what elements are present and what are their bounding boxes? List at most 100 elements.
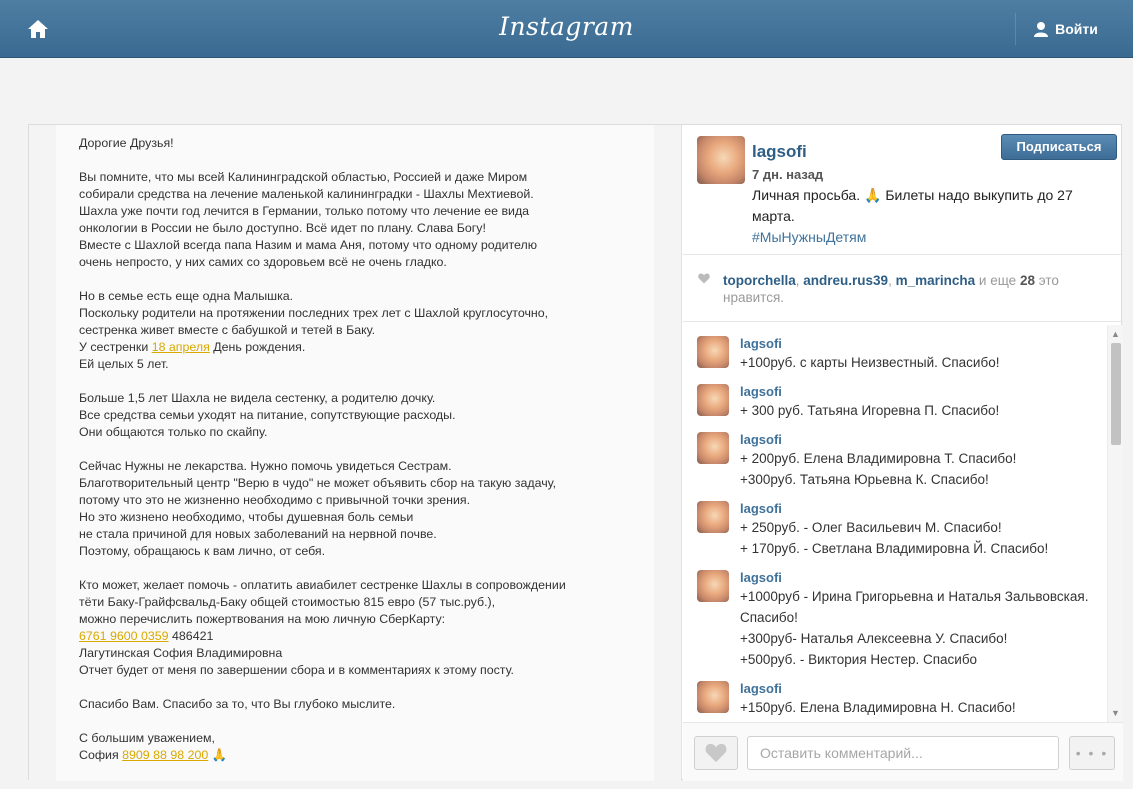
letter-line-text: Ей целых 5 лет.	[79, 357, 169, 371]
comment-username[interactable]: lagsofi	[740, 681, 1016, 697]
letter-line: можно перечислить пожертвования на мою л…	[79, 611, 659, 628]
letter-line: 6761 9600 0359 486421	[79, 628, 659, 645]
post-header: lagsofi Подписаться 7 дн. назад Личная п…	[683, 125, 1123, 255]
follow-button[interactable]: Подписаться	[1001, 134, 1117, 160]
comment-avatar[interactable]	[697, 336, 729, 368]
comment-username[interactable]: lagsofi	[740, 501, 1048, 517]
top-navigation-bar: Instagram Войти	[0, 0, 1133, 58]
scroll-down-icon[interactable]: ▼	[1111, 708, 1120, 718]
comment-item: lagsofi +100руб. с карты Неизвестный. Спа…	[683, 336, 1123, 373]
likes-and-more: и еще	[978, 273, 1017, 288]
comment-body: lagsofi + 300 руб. Татьяна Игоревна П. Сп…	[740, 384, 999, 421]
letter-line-text: Шахла уже почти год лечится в Германии, …	[79, 204, 530, 218]
comment-item: lagsofi +150руб. Елена Владимировна Н. Сп…	[683, 681, 1123, 718]
post-time[interactable]: 7 дн. назад	[752, 167, 823, 182]
more-options-button[interactable]: • • •	[1069, 736, 1115, 770]
comment-username[interactable]: lagsofi	[740, 336, 999, 352]
letter-line-text: очень непросто, у них самих со здоровьем…	[79, 255, 447, 269]
comment-avatar[interactable]	[697, 432, 729, 464]
liker-1[interactable]: toporchella	[723, 273, 796, 288]
comment-input[interactable]	[747, 736, 1059, 770]
likes-count[interactable]: 28	[1020, 273, 1035, 288]
comment-avatar[interactable]	[697, 570, 729, 602]
letter-text: Дорогие Друзья! Вы помните, что мы всей К…	[79, 135, 659, 781]
like-button[interactable]	[694, 736, 738, 770]
letter-line: Но в семье есть еще одна Малышка.	[79, 288, 659, 305]
comment-text: +1000руб - Ирина Григорьевна и Наталья З…	[740, 589, 1089, 625]
letter-line-text: С большим уважением,	[79, 731, 215, 745]
comment-avatar[interactable]	[697, 384, 729, 416]
letter-line: У сестренки 18 апреля День рождения.	[79, 339, 659, 356]
letter-paragraph: Сейчас Нужны не лекарства. Нужно помочь …	[79, 458, 659, 560]
letter-line-text: Но в семье есть еще одна Малышка.	[79, 289, 294, 303]
letter-line-text: Спасибо Вам. Спасибо за то, что Вы глубо…	[79, 697, 396, 711]
letter-line-tail: 486421	[168, 629, 214, 643]
post-card: Дорогие Друзья! Вы помните, что мы всей К…	[28, 124, 1123, 781]
comments-scrollbar[interactable]: ▲ ▼	[1107, 325, 1123, 722]
letter-paragraph: Но в семье есть еще одна Малышка. Посколь…	[79, 288, 659, 373]
letter-paragraph: Спасибо Вам. Спасибо за то, что Вы глубо…	[79, 696, 659, 713]
comment-username[interactable]: lagsofi	[740, 570, 1109, 586]
comment-item: lagsofi +1000руб - Ирина Григорьевна и На…	[683, 570, 1123, 670]
letter-line-text: Все средства семьи уходят на питание, со…	[79, 408, 456, 422]
letter-highlight: 8909 88 98 200	[122, 748, 209, 762]
letter-line: София 8909 88 98 200 🙏	[79, 747, 659, 764]
comment-text: +300руб. Татьяна Юрьевна К. Спасибо!	[740, 472, 989, 487]
comment-avatar[interactable]	[697, 681, 729, 713]
heart-icon	[705, 743, 727, 763]
letter-line-text: Поэтому, обращаюсь к вам лично, от себя.	[79, 544, 326, 558]
comment-body: lagsofi + 250руб. - Олег Васильевич М. Сп…	[740, 501, 1048, 559]
comment-bar: • • •	[683, 722, 1123, 781]
post-sidebar: lagsofi Подписаться 7 дн. назад Личная п…	[683, 125, 1123, 781]
letter-line-text: Вы помните, что мы всей Калининградской …	[79, 170, 528, 184]
letter-line-text: сестренка живет вместе с бабушкой и тете…	[79, 323, 376, 337]
letter-line-text: не стала причиной для новых заболеваний …	[79, 527, 437, 541]
user-icon	[1034, 22, 1049, 37]
letter-line: Поэтому, обращаюсь к вам лично, от себя.	[79, 543, 659, 560]
post-image[interactable]: Дорогие Друзья! Вы помните, что мы всей К…	[29, 125, 682, 781]
letter-paragraph: Дорогие Друзья!	[79, 135, 659, 152]
letter-line-text: Сейчас Нужны не лекарства. Нужно помочь …	[79, 459, 452, 473]
letter-line: Благотворительный центр "Верю в чудо" не…	[79, 475, 659, 492]
letter-line: Вместе с Шахлой всегда папа Назим и мама…	[79, 237, 659, 254]
comment-text: + 200руб. Елена Владимировна Т. Спасибо!	[740, 451, 1017, 466]
letter-line-text: Дорогие Друзья!	[79, 136, 174, 150]
comment-text: + 250руб. - Олег Васильевич М. Спасибо!	[740, 520, 1002, 535]
comments-list: lagsofi +100руб. с карты Неизвестный. Спа…	[683, 325, 1123, 722]
letter-line: Все средства семьи уходят на питание, со…	[79, 407, 659, 424]
comment-body: lagsofi +100руб. с карты Неизвестный. Спа…	[740, 336, 999, 373]
letter-line-text: можно перечислить пожертвования на мою л…	[79, 612, 446, 626]
author-username[interactable]: lagsofi	[752, 142, 807, 162]
liker-3[interactable]: m_marincha	[896, 273, 976, 288]
scrollbar-thumb[interactable]	[1111, 343, 1121, 445]
instagram-logo[interactable]: Instagram	[0, 12, 1133, 41]
caption-hashtag[interactable]: #МыНужныДетям	[752, 229, 866, 245]
letter-line: очень непросто, у них самих со здоровьем…	[79, 254, 659, 271]
letter-line: Спасибо Вам. Спасибо за то, что Вы глубо…	[79, 696, 659, 713]
comment-avatar[interactable]	[697, 501, 729, 533]
letter-line-text: Но это жизнено необходимо, чтобы душевна…	[79, 510, 414, 524]
comment-username[interactable]: lagsofi	[740, 384, 999, 400]
letter-line: Вы помните, что мы всей Калининградской …	[79, 169, 659, 186]
comment-item: lagsofi + 200руб. Елена Владимировна Т. С…	[683, 432, 1123, 490]
letter-line-tail: 🙏	[208, 748, 228, 762]
author-avatar[interactable]	[697, 136, 745, 184]
letter-line: Отчет будет от меня по завершении сбора …	[79, 662, 659, 679]
login-label: Войти	[1055, 21, 1098, 37]
likes-summary: toporchella, andreu.rus39, m_marincha и …	[683, 256, 1123, 322]
comment-text: +150руб. Елена Владимировна Н. Спасибо!	[740, 700, 1016, 715]
letter-paragraph: Больше 1,5 лет Шахла не видела сестенку,…	[79, 390, 659, 441]
letter-line-text: У сестренки	[79, 340, 152, 354]
liker-2[interactable]: andreu.rus39	[803, 273, 888, 288]
letter-line: не стала причиной для новых заболеваний …	[79, 526, 659, 543]
login-button[interactable]: Войти	[1015, 13, 1115, 45]
letter-line-text: Поскольку родители на протяжении последн…	[79, 306, 549, 320]
post-caption: Личная просьба. 🙏 Билеты надо выкупить д…	[752, 185, 1112, 248]
comment-text: + 170руб. - Светлана Владимировна Й. Спа…	[740, 541, 1049, 556]
comment-text: +500руб. - Виктория Нестер. Спасибо	[740, 652, 978, 667]
letter-line: Но это жизнено необходимо, чтобы душевна…	[79, 509, 659, 526]
comment-username[interactable]: lagsofi	[740, 432, 1016, 448]
scroll-up-icon[interactable]: ▲	[1111, 329, 1120, 339]
letter-line: Лагутинская София Владимировна	[79, 645, 659, 662]
letter-line-text: София	[79, 748, 123, 762]
